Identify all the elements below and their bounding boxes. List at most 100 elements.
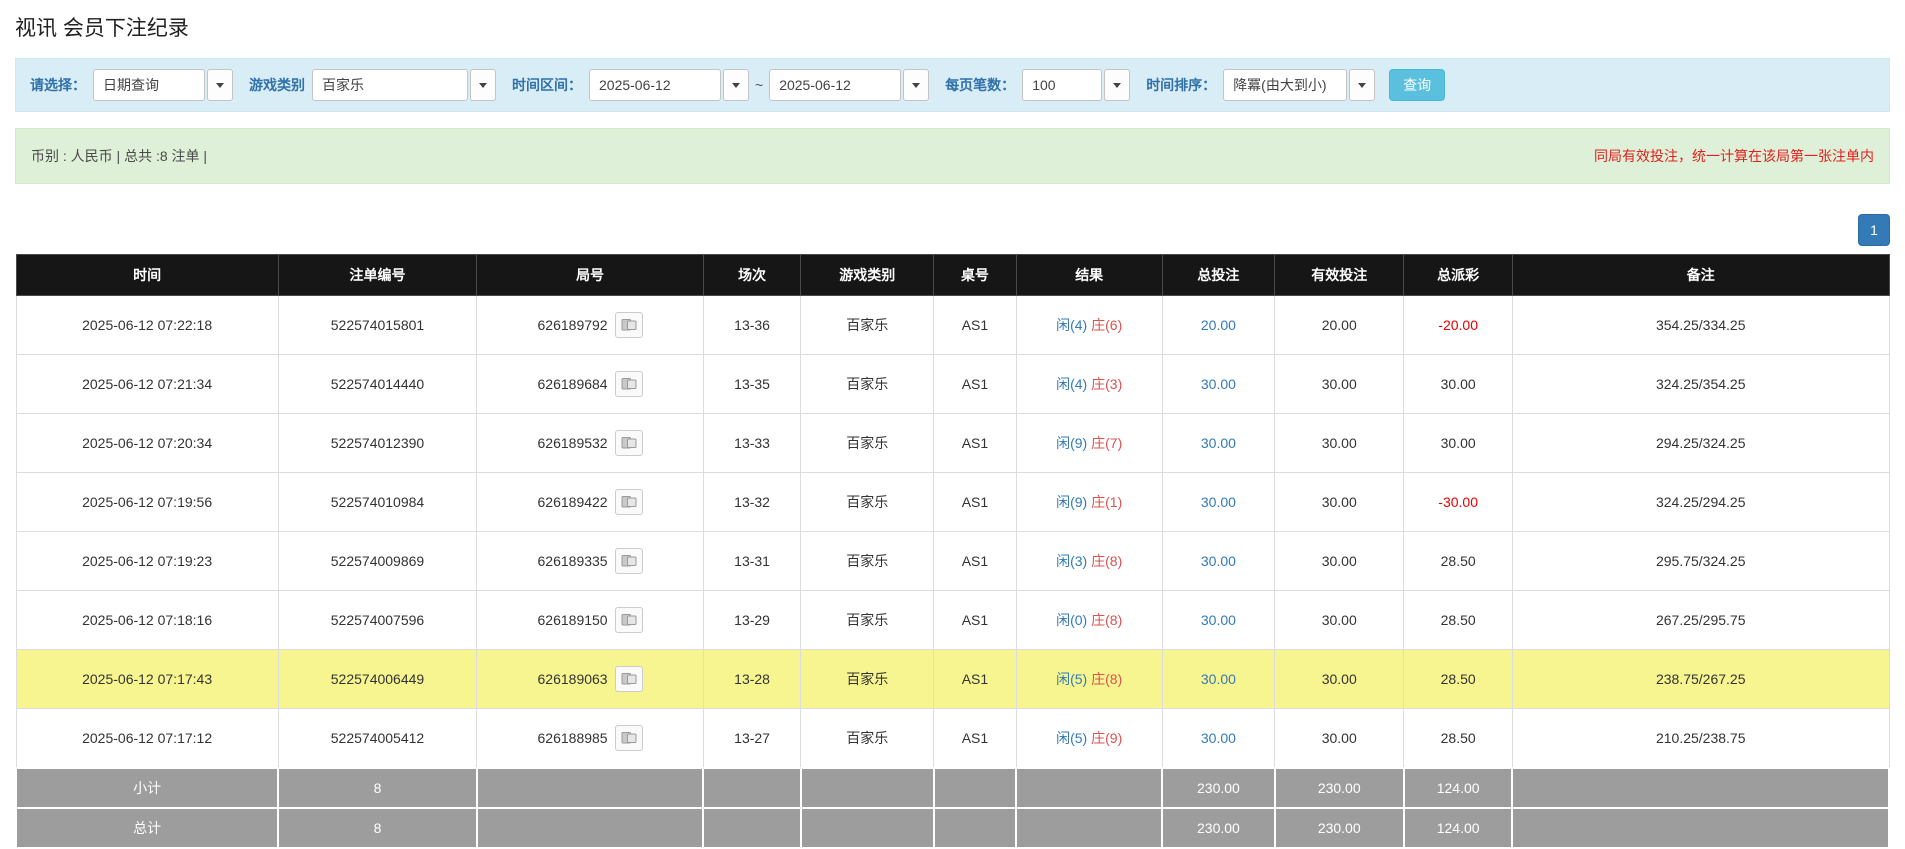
cell-payout: 28.50 [1403, 590, 1513, 650]
date-to-combobox [769, 69, 930, 101]
date-from-input[interactable] [589, 69, 721, 101]
date-to-dropdown-button[interactable] [903, 69, 930, 101]
round-replay-button[interactable] [614, 607, 643, 633]
round-id-text: 626189422 [537, 494, 608, 510]
query-type-input[interactable] [93, 69, 205, 101]
cell-round-id: 626189335 [476, 531, 704, 591]
cell-payout: 28.50 [1403, 708, 1513, 769]
cell-result: 闲(0) 庄(8) [1015, 590, 1163, 650]
round-replay-button[interactable] [614, 548, 643, 574]
cell-round-id: 626189532 [476, 413, 704, 473]
game-type-dropdown-button[interactable] [470, 69, 496, 101]
page-button-1[interactable]: 1 [1858, 214, 1890, 246]
cell-bet-id: 522574006449 [277, 649, 478, 709]
query-type-dropdown-button[interactable] [207, 69, 233, 101]
table-row[interactable]: 2025-06-12 07:22:18 522574015801 626189792… [15, 295, 1890, 355]
sort-order-combobox [1223, 69, 1376, 101]
total-bet-link[interactable]: 30.00 [1201, 435, 1236, 451]
page: 视讯 会员下注纪录 请选择： 游戏类别 时间区间： ~ 每页笔数： 时间排序： [0, 0, 1905, 849]
round-replay-button[interactable] [614, 430, 643, 456]
caret-down-icon [1113, 82, 1122, 88]
result-player: 闲(0) [1056, 612, 1088, 628]
result-banker: 庄(1) [1091, 494, 1123, 510]
result-banker: 庄(9) [1091, 730, 1123, 746]
game-type-label: 游戏类别 [249, 77, 305, 93]
total-bet-link[interactable]: 30.00 [1201, 671, 1236, 687]
subtotal-row: 小计 8 230.00 230.00 124.00 [14, 767, 1890, 809]
total-bet-link[interactable]: 20.00 [1201, 317, 1236, 333]
cell-valid-bet: 20.00 [1274, 295, 1405, 355]
page-title: 视讯 会员下注纪录 [15, 17, 189, 40]
cell-round-id: 626188985 [476, 708, 704, 769]
caret-down-icon [732, 82, 740, 88]
cell-time: 2025-06-12 07:22:18 [15, 295, 279, 355]
result-banker: 庄(8) [1091, 553, 1123, 569]
cell-bet-id: 522574014440 [277, 354, 478, 414]
sort-order-input[interactable] [1223, 69, 1348, 101]
cell-session: 13-36 [702, 295, 802, 355]
cell-table-id: AS1 [933, 295, 1017, 355]
result-player: 闲(9) [1056, 435, 1088, 451]
result-player: 闲(5) [1056, 671, 1088, 687]
cell-result: 闲(5) 庄(9) [1015, 708, 1163, 769]
cell-total-bet: 30.00 [1161, 531, 1276, 591]
result-player: 闲(9) [1056, 494, 1088, 510]
cell-result: 闲(3) 庄(8) [1015, 531, 1163, 591]
result-player: 闲(5) [1056, 730, 1088, 746]
page-size-input[interactable] [1022, 69, 1103, 101]
cell-valid-bet: 30.00 [1274, 649, 1405, 709]
cell-bet-id: 522574010984 [277, 472, 478, 532]
col-header-payout: 总派彩 [1403, 254, 1513, 296]
cell-payout: 28.50 [1403, 649, 1513, 709]
round-replay-button[interactable] [614, 666, 643, 692]
subtotal-total-bet: 230.00 [1161, 767, 1276, 809]
round-id-text: 626189063 [537, 671, 608, 687]
cell-table-id: AS1 [933, 708, 1017, 769]
col-header-table-id: 桌号 [933, 254, 1017, 296]
total-bet-link[interactable]: 30.00 [1201, 376, 1236, 392]
query-type-combobox [93, 69, 233, 101]
cell-session: 13-29 [702, 590, 802, 650]
date-from-dropdown-button[interactable] [723, 69, 749, 101]
cell-table-id: AS1 [933, 472, 1017, 532]
cell-round-id: 626189792 [476, 295, 704, 355]
result-banker: 庄(6) [1091, 317, 1123, 333]
total-bet-link[interactable]: 30.00 [1201, 612, 1236, 628]
date-to-input[interactable] [769, 69, 902, 101]
table-row[interactable]: 2025-06-12 07:19:23 522574009869 626189335… [15, 531, 1890, 591]
sort-order-label: 时间排序： [1146, 77, 1217, 93]
total-count: 8 [277, 807, 478, 849]
query-button[interactable]: 查询 [1389, 69, 1446, 101]
caret-down-icon [216, 82, 224, 88]
result-banker: 庄(8) [1091, 612, 1123, 628]
round-replay-button[interactable] [614, 725, 643, 751]
table-row[interactable]: 2025-06-12 07:17:12 522574005412 626188985… [15, 708, 1890, 769]
table-row-highlighted[interactable]: 2025-06-12 07:17:43 522574006449 626189063… [15, 649, 1890, 709]
total-bet-link[interactable]: 30.00 [1201, 730, 1236, 746]
table-row[interactable]: 2025-06-12 07:19:56 522574010984 626189422… [15, 472, 1890, 532]
table-row[interactable]: 2025-06-12 07:20:34 522574012390 626189532… [15, 413, 1890, 473]
cell-time: 2025-06-12 07:17:43 [15, 649, 279, 709]
cell-session: 13-31 [702, 531, 802, 591]
cards-icon [621, 673, 637, 685]
time-range-label: 时间区间： [512, 77, 582, 93]
round-replay-button[interactable] [614, 489, 643, 515]
cell-bet-id: 522574005412 [277, 708, 478, 769]
round-replay-button[interactable] [614, 312, 643, 338]
cell-total-bet: 20.00 [1161, 295, 1276, 355]
round-replay-button[interactable] [614, 371, 643, 397]
payout-value: 28.50 [1440, 730, 1476, 746]
cell-round-id: 626189150 [476, 590, 704, 650]
sort-order-dropdown-button[interactable] [1349, 69, 1376, 101]
table-row[interactable]: 2025-06-12 07:18:16 522574007596 626189150… [15, 590, 1890, 650]
cell-valid-bet: 30.00 [1274, 354, 1405, 414]
total-bet-link[interactable]: 30.00 [1201, 494, 1236, 510]
total-bet-link[interactable]: 30.00 [1201, 553, 1236, 569]
payout-value: 30.00 [1440, 435, 1476, 451]
cell-total-bet: 30.00 [1161, 472, 1276, 532]
game-type-input[interactable] [312, 69, 468, 101]
table-row[interactable]: 2025-06-12 07:21:34 522574014440 626189684… [15, 354, 1890, 414]
cell-session: 13-35 [702, 354, 802, 414]
page-size-dropdown-button[interactable] [1104, 69, 1131, 101]
caret-down-icon [1358, 82, 1367, 88]
